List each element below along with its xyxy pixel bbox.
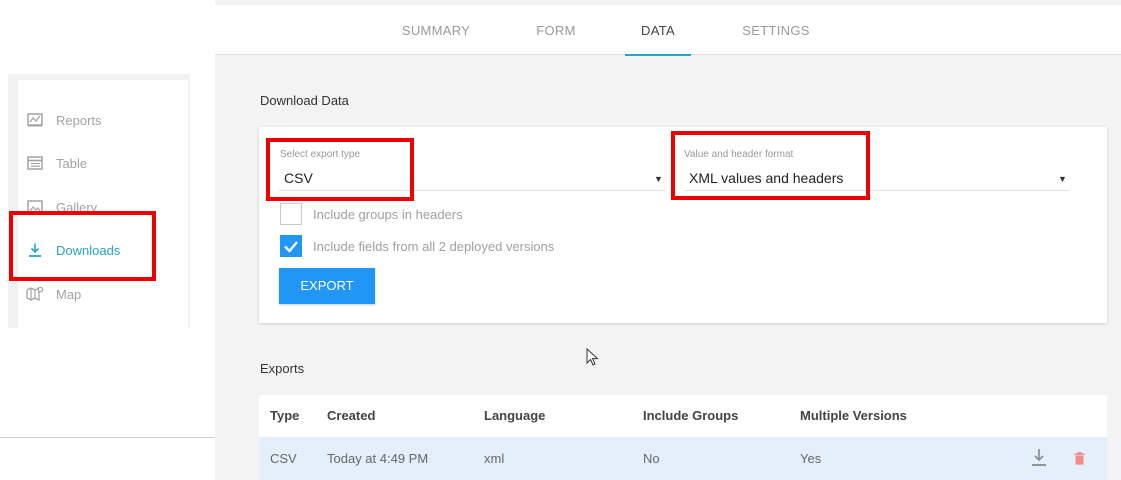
column-header-type[interactable]: Type xyxy=(270,395,299,437)
include-fields-label: Include fields from all 2 deployed versi… xyxy=(313,239,555,254)
exports-table: Type Created Language Include Groups Mul… xyxy=(259,395,1107,480)
cell-multiple-versions: Yes xyxy=(800,451,822,466)
cell-type: CSV xyxy=(270,451,297,466)
download-data-title: Download Data xyxy=(260,93,349,108)
tab-summary[interactable]: SUMMARY xyxy=(400,5,472,55)
column-header-multiple-versions[interactable]: Multiple Versions xyxy=(800,395,907,437)
column-header-created[interactable]: Created xyxy=(327,395,375,437)
table-icon xyxy=(26,154,44,172)
table-row: CSV Today at 4:49 PM xml No Yes xyxy=(259,437,1107,480)
exports-title: Exports xyxy=(260,361,305,376)
tab-bar: SUMMARY FORM DATA SETTINGS xyxy=(215,5,1121,56)
format-chevron-down-icon[interactable]: ▼ xyxy=(1058,174,1067,184)
export-button[interactable]: EXPORT xyxy=(279,268,375,304)
checkmark-icon xyxy=(284,241,298,253)
downloads-highlight-box xyxy=(9,211,156,281)
include-fields-checkbox[interactable] xyxy=(280,235,302,257)
tab-form[interactable]: FORM xyxy=(534,5,578,55)
cell-language: xml xyxy=(484,451,505,466)
sidebar-item-table[interactable]: Table xyxy=(10,148,180,178)
sidebar-item-reports[interactable]: Reports xyxy=(10,105,180,135)
tab-data[interactable]: DATA xyxy=(625,5,691,56)
mouse-cursor-icon xyxy=(586,347,600,373)
tab-settings[interactable]: SETTINGS xyxy=(741,5,811,55)
sidebar-item-map[interactable]: Map xyxy=(10,279,180,309)
export-type-highlight-box xyxy=(266,138,414,201)
cell-created: Today at 4:49 PM xyxy=(327,451,429,466)
trash-icon[interactable] xyxy=(1074,452,1085,465)
include-groups-checkbox[interactable] xyxy=(280,203,302,225)
column-header-language[interactable]: Language xyxy=(484,395,545,437)
reports-icon xyxy=(26,111,44,129)
format-highlight-box xyxy=(671,131,870,200)
sidebar-item-label: Reports xyxy=(56,112,102,128)
column-header-include-groups[interactable]: Include Groups xyxy=(643,395,738,437)
export-type-chevron-down-icon[interactable]: ▼ xyxy=(654,174,663,184)
sidebar-item-label: Map xyxy=(56,286,82,302)
download-row-icon[interactable] xyxy=(1030,448,1048,468)
cell-include-groups: No xyxy=(643,451,660,466)
map-icon xyxy=(26,285,44,303)
left-divider xyxy=(0,437,215,438)
include-groups-label: Include groups in headers xyxy=(313,207,463,222)
sidebar-item-label: Table xyxy=(56,155,88,171)
